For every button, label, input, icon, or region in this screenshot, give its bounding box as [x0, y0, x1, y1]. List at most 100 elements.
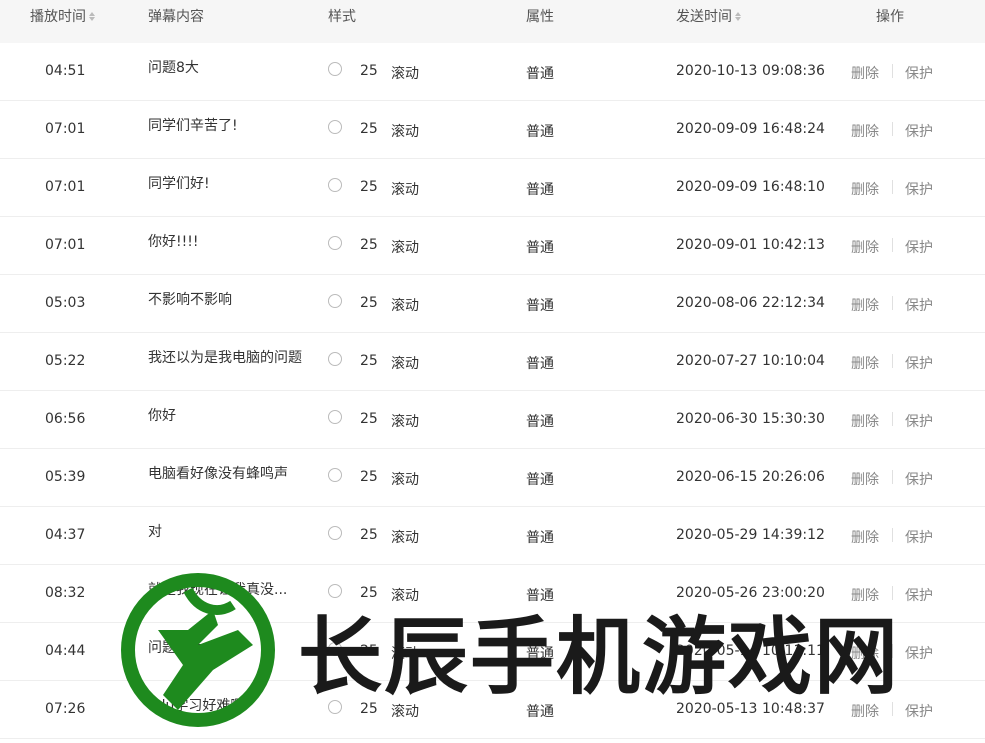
send-date: 2020-09-09 [676, 179, 758, 195]
protect-button[interactable]: 保护 [905, 701, 933, 721]
action-divider [892, 64, 893, 78]
protect-button[interactable]: 保护 [905, 179, 933, 199]
danmaku-mode: 滚动 [391, 646, 419, 662]
play-time: 04:44 [45, 643, 86, 659]
table-row: 05:03 不影响不影响 25 滚动 普通 2020-08-06 22:12:3… [0, 275, 985, 333]
danmaku-text: 对 [148, 524, 162, 540]
select-radio[interactable] [328, 120, 342, 134]
protect-button[interactable]: 保护 [905, 643, 933, 663]
delete-button[interactable]: 删除 [851, 179, 879, 199]
sort-icon[interactable] [735, 11, 741, 21]
danmaku-mode: 滚动 [391, 182, 419, 198]
select-radio[interactable] [328, 236, 342, 250]
danmaku-mode: 滚动 [391, 66, 419, 82]
sort-icon[interactable] [89, 11, 95, 21]
delete-button[interactable]: 删除 [851, 237, 879, 257]
header-send-time[interactable]: 发送时间 [676, 6, 741, 26]
danmaku-attribute: 普通 [526, 66, 554, 82]
send-date: 2020-05-14 [676, 643, 758, 659]
table-row: 07:26 edu学习好难啊 25 滚动 普通 2020-05-13 10:48… [0, 681, 985, 739]
action-divider [892, 122, 893, 136]
protect-button[interactable]: 保护 [905, 411, 933, 431]
protect-button[interactable]: 保护 [905, 63, 933, 83]
danmaku-attribute: 普通 [526, 298, 554, 314]
play-time: 05:03 [45, 295, 86, 311]
delete-button[interactable]: 删除 [851, 527, 879, 547]
font-size: 25 [360, 701, 378, 717]
select-radio[interactable] [328, 410, 342, 424]
select-radio[interactable] [328, 526, 342, 540]
select-radio[interactable] [328, 178, 342, 192]
protect-button[interactable]: 保护 [905, 295, 933, 315]
header-attribute: 属性 [526, 9, 554, 25]
play-time: 04:37 [45, 527, 86, 543]
play-time: 06:56 [45, 411, 86, 427]
protect-button[interactable]: 保护 [905, 527, 933, 547]
danmaku-text: 同学们辛苦了! [148, 118, 238, 134]
action-divider [892, 470, 893, 484]
select-radio[interactable] [328, 352, 342, 366]
send-clock: 10:42:13 [762, 237, 825, 253]
header-style: 样式 [328, 9, 356, 25]
header-play-time[interactable]: 播放时间 [30, 6, 95, 26]
action-divider [892, 412, 893, 426]
send-date: 2020-08-06 [676, 295, 758, 311]
table-row: 06:56 你好 25 滚动 普通 2020-06-30 15:30:30 删除… [0, 391, 985, 449]
danmaku-attribute: 普通 [526, 414, 554, 430]
send-clock: 10:10:04 [762, 353, 825, 369]
danmaku-text: 你好!!!! [148, 234, 199, 250]
danmaku-mode: 滚动 [391, 530, 419, 546]
select-radio[interactable] [328, 294, 342, 308]
danmaku-mode: 滚动 [391, 356, 419, 372]
table-header: 播放时间 弹幕内容 样式 属性 发送时间 操作 [0, 0, 985, 43]
delete-button[interactable]: 删除 [851, 295, 879, 315]
font-size: 25 [360, 469, 378, 485]
action-divider [892, 702, 893, 716]
danmaku-text: 你好 [148, 408, 176, 424]
send-clock: 16:48:10 [762, 179, 825, 195]
action-divider [892, 296, 893, 310]
danmaku-attribute: 普通 [526, 240, 554, 256]
delete-button[interactable]: 删除 [851, 643, 879, 663]
send-date: 2020-05-13 [676, 701, 758, 717]
send-clock: 09:08:36 [762, 63, 825, 79]
font-size: 25 [360, 237, 378, 253]
delete-button[interactable]: 删除 [851, 63, 879, 83]
header-play-time-label: 播放时间 [30, 9, 86, 25]
protect-button[interactable]: 保护 [905, 121, 933, 141]
danmaku-text: 问题8大 [148, 60, 199, 76]
send-clock: 10:48:37 [762, 701, 825, 717]
font-size: 25 [360, 353, 378, 369]
delete-button[interactable]: 删除 [851, 353, 879, 373]
protect-button[interactable]: 保护 [905, 237, 933, 257]
select-radio[interactable] [328, 584, 342, 598]
font-size: 25 [360, 295, 378, 311]
select-radio[interactable] [328, 700, 342, 714]
send-date: 2020-05-26 [676, 585, 758, 601]
protect-button[interactable]: 保护 [905, 353, 933, 373]
action-divider [892, 644, 893, 658]
header-action: 操作 [876, 9, 904, 25]
delete-button[interactable]: 删除 [851, 121, 879, 141]
delete-button[interactable]: 删除 [851, 585, 879, 605]
font-size: 25 [360, 527, 378, 543]
delete-button[interactable]: 删除 [851, 701, 879, 721]
danmaku-attribute: 普通 [526, 588, 554, 604]
font-size: 25 [360, 179, 378, 195]
play-time: 07:01 [45, 121, 86, 137]
protect-button[interactable]: 保护 [905, 585, 933, 605]
danmaku-text: 我还以为是我电脑的问题 [148, 350, 302, 366]
play-time: 04:51 [45, 63, 86, 79]
play-time: 05:39 [45, 469, 86, 485]
protect-button[interactable]: 保护 [905, 469, 933, 489]
delete-button[interactable]: 删除 [851, 469, 879, 489]
select-radio[interactable] [328, 468, 342, 482]
play-time: 07:01 [45, 179, 86, 195]
danmaku-text: 不影响不影响 [148, 292, 232, 308]
delete-button[interactable]: 删除 [851, 411, 879, 431]
action-divider [892, 238, 893, 252]
action-divider [892, 528, 893, 542]
select-radio[interactable] [328, 62, 342, 76]
select-radio[interactable] [328, 642, 342, 656]
table-row: 04:51 问题8大 25 滚动 普通 2020-10-13 09:08:36 … [0, 43, 985, 101]
